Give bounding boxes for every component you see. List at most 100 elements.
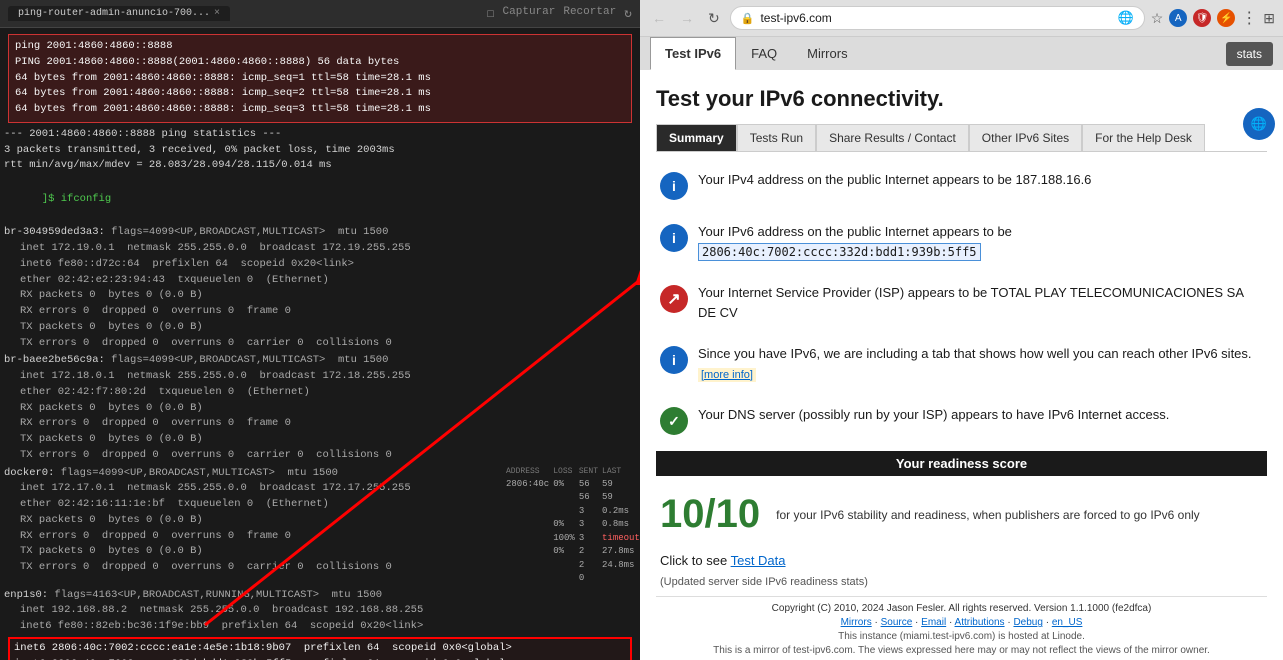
test-data-link[interactable]: Test Data: [731, 553, 786, 568]
docker-name: docker0: flags=4099<UP,BROADCAST,MULTICA…: [4, 466, 502, 482]
site-nav-test-ipv6[interactable]: Test IPv6: [650, 37, 736, 70]
loss-r2-t: 59: [602, 491, 640, 505]
docker-rx: RX packets 0 bytes 0 (0.0 B): [4, 513, 502, 529]
forward-button[interactable]: →: [676, 8, 698, 28]
enp-name: enp1s0: flags=4163<UP,BROADCAST,RUNNING,…: [4, 588, 636, 604]
footer-link-email[interactable]: Email: [921, 617, 946, 628]
readiness-bar: Your readiness score: [656, 451, 1267, 476]
tab-share-results[interactable]: Share Results / Contact: [816, 124, 969, 151]
iface-inet: inet 172.19.0.1 netmask 255.255.0.0 broa…: [4, 241, 636, 257]
back-button[interactable]: ←: [648, 8, 670, 28]
loss-r1-t: 59: [602, 478, 640, 492]
info-icon-dns: ✓: [660, 407, 688, 435]
terminal-top-bar: ping-router-admin-anuncio-700... × ☐ Cap…: [0, 0, 640, 28]
ping-line2: PING 2001:4860:4860::8888(2001:4860:4860…: [15, 55, 625, 71]
capture-action[interactable]: Capturar: [503, 6, 556, 21]
moreinfo-text: Since you have IPv6, we are including a …: [698, 346, 1252, 361]
loss-r6-s: 2: [579, 545, 598, 559]
loss-r5-l: 100%: [553, 532, 575, 546]
info-row-isp: ↗ Your Internet Service Provider (ISP) a…: [656, 277, 1267, 328]
iface2-tx: TX packets 0 bytes 0 (0.0 B): [4, 432, 636, 448]
iface-ether: ether 02:42:e2:23:94:43 txqueuelen 0 (Et…: [4, 273, 636, 289]
loss-r2-s: 56: [579, 491, 598, 505]
loss-r2-l: [553, 491, 575, 505]
test-data-section: Click to see Test Data: [660, 553, 1263, 568]
tab-tests-run[interactable]: Tests Run: [737, 124, 816, 151]
loss-r3-t: 0.2ms: [602, 505, 640, 519]
loss-r5-t: timeout: [602, 532, 640, 546]
iface2-rx-err: RX errors 0 dropped 0 overruns 0 frame 0: [4, 416, 636, 432]
iface-inet6: inet6 fe80::d72c:64 prefixlen 64 scopeid…: [4, 257, 636, 273]
ext-icon-red[interactable]: 🛡: [1193, 9, 1211, 27]
bookmark-icon[interactable]: ☆: [1151, 10, 1164, 27]
iface-tx-err: TX errors 0 dropped 0 overruns 0 carrier…: [4, 336, 636, 352]
iface-rx-err: RX errors 0 dropped 0 overruns 0 frame 0: [4, 304, 636, 320]
terminal-tab[interactable]: ping-router-admin-anuncio-700... ×: [8, 6, 230, 21]
info-text-dns: Your DNS server (possibly run by your IS…: [698, 405, 1169, 425]
tab-summary[interactable]: Summary: [656, 124, 737, 151]
footer-link-attributions[interactable]: Attributions: [955, 617, 1005, 628]
ping-line4: 64 bytes from 2001:4860:4860::8888: icmp…: [15, 86, 625, 102]
terminal-panel: ping-router-admin-anuncio-700... × ☐ Cap…: [0, 0, 640, 660]
browser-icons: ☆ A 🛡 ⚡ ⋮ ⊞: [1151, 8, 1275, 28]
close-icon[interactable]: ×: [214, 8, 220, 19]
translate-icon[interactable]: 🌐: [1118, 10, 1134, 26]
tab-other-ipv6[interactable]: Other IPv6 Sites: [969, 124, 1082, 151]
info-text-moreinfo: Since you have IPv6, we are including a …: [698, 344, 1263, 383]
terminal-content: ping 2001:4860:4860::8888 PING 2001:4860…: [0, 28, 640, 660]
loss-r5-s: 3: [579, 532, 598, 546]
loss-table: ADDRESS LOSS SENT LAST 2806:40c0%5659 56…: [506, 466, 636, 586]
lock-icon: 🔒: [741, 12, 755, 25]
browser-panel: ← → ↻ 🔒 test-ipv6.com 🌐 ☆ A 🛡 ⚡ ⋮ ⊞: [640, 0, 1283, 660]
score-description: for your IPv6 stability and readiness, w…: [776, 508, 1200, 522]
docker-ether: ether 02:42:16:11:1e:bf txqueuelen 0 (Et…: [4, 497, 502, 513]
info-icon-moreinfo: i: [660, 346, 688, 374]
menu-icon[interactable]: ⋮: [1241, 8, 1257, 28]
footer-link-mirrors[interactable]: Mirrors: [841, 617, 872, 628]
loss-r3-a: [506, 505, 549, 519]
site-nav: Test IPv6 FAQ Mirrors stats: [640, 37, 1283, 70]
iface2-rx: RX packets 0 bytes 0 (0.0 B): [4, 401, 636, 417]
recortar-action[interactable]: Recortar: [563, 6, 616, 21]
site-nav-mirrors[interactable]: Mirrors: [792, 37, 862, 70]
info-icon-ipv6: i: [660, 224, 688, 252]
browser-toolbar: ← → ↻ 🔒 test-ipv6.com 🌐 ☆ A 🛡 ⚡ ⋮ ⊞: [640, 0, 1283, 36]
stats-button[interactable]: stats: [1226, 42, 1273, 66]
ping-line5: 64 bytes from 2001:4860:4860::8888: icmp…: [15, 102, 625, 118]
stats-line: --- 2001:4860:4860::8888 ping statistics…: [4, 127, 636, 143]
enp-inet6: inet6 fe80::82eb:bc36:1f9e:bb9 prefixlen…: [4, 619, 636, 635]
iface2-inet: inet 172.18.0.1 netmask 255.255.0.0 broa…: [4, 369, 636, 385]
site-nav-faq[interactable]: FAQ: [736, 37, 792, 70]
page-title: Test your IPv6 connectivity.: [656, 86, 1267, 112]
loss-r2-a: [506, 491, 549, 505]
loss-header-last: LAST: [602, 466, 640, 478]
address-bar[interactable]: 🔒 test-ipv6.com 🌐: [730, 6, 1145, 30]
loss-r7-s: 2: [579, 559, 598, 573]
prompt-ifconfig: ]$ ifconfig: [4, 176, 636, 223]
grid-icon[interactable]: ⊞: [1263, 10, 1275, 27]
browser-chrome: ← → ↻ 🔒 test-ipv6.com 🌐 ☆ A 🛡 ⚡ ⋮ ⊞: [640, 0, 1283, 37]
enp-inet: inet 192.168.88.2 netmask 255.255.0.0 br…: [4, 603, 636, 619]
loss-r8-t: [602, 572, 640, 586]
terminal-tab-label: ping-router-admin-anuncio-700...: [18, 8, 210, 19]
ipv6-text-before: Your IPv6 address on the public Internet…: [698, 224, 1012, 239]
inet6-highlight-block: inet6 2806:40c:7002:cccc:ea1e:4e5e:1b18:…: [8, 637, 632, 660]
content-tabs: Summary Tests Run Share Results / Contac…: [656, 124, 1267, 152]
footer-link-locale[interactable]: en_US: [1052, 617, 1083, 628]
ping-line3: 64 bytes from 2001:4860:4860::8888: icmp…: [15, 71, 625, 87]
test-data-prefix: Click to see: [660, 553, 727, 568]
refresh-icon[interactable]: ↻: [624, 6, 632, 21]
ext-icon-blue[interactable]: A: [1169, 9, 1187, 27]
footer-link-debug[interactable]: Debug: [1013, 617, 1042, 628]
footer-link-source[interactable]: Source: [881, 617, 913, 628]
reload-button[interactable]: ↻: [704, 8, 724, 29]
loss-r8-a: [506, 572, 549, 586]
iface2-tx-err: TX errors 0 dropped 0 overruns 0 carrier…: [4, 448, 636, 464]
ext-icon-orange[interactable]: ⚡: [1217, 9, 1235, 27]
footer-mirror-note: This is a mirror of test-ipv6.com. The v…: [656, 645, 1267, 656]
translate-float-button[interactable]: 🌐: [1243, 108, 1275, 140]
tab-help-desk[interactable]: For the Help Desk: [1082, 124, 1205, 151]
more-info-link[interactable]: [more info]: [698, 368, 756, 382]
docker-tx-err: TX errors 0 dropped 0 overruns 0 carrier…: [4, 560, 502, 576]
loss-r3-s: 3: [579, 505, 598, 519]
